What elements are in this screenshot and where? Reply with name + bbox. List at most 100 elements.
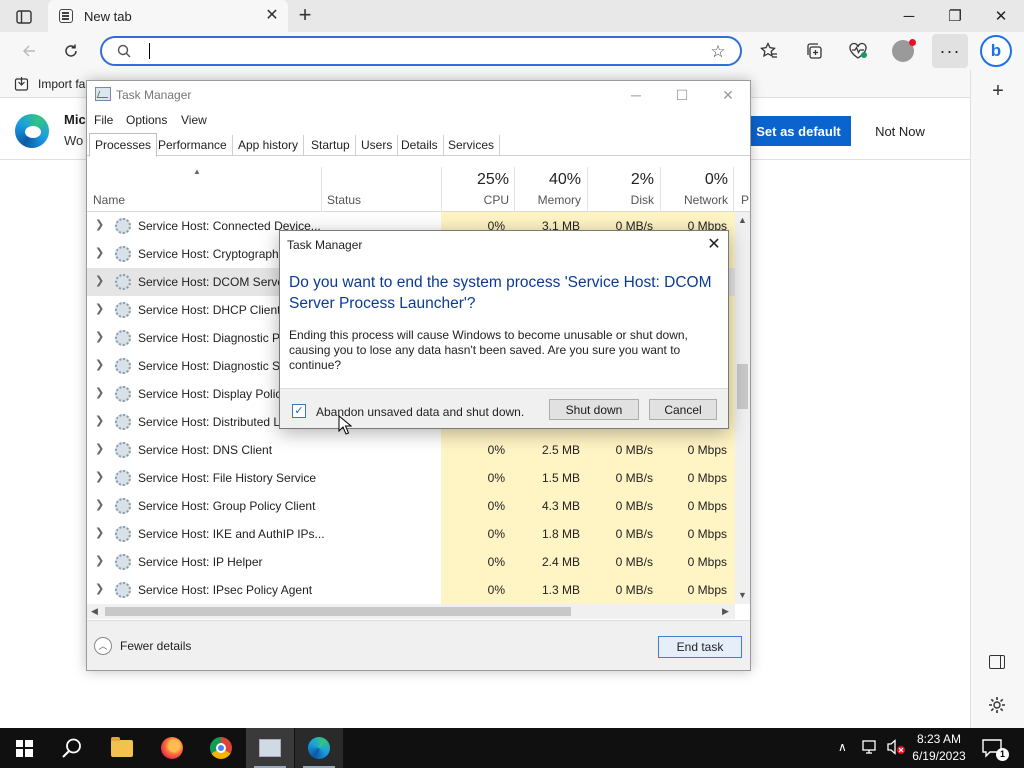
expand-chevron-icon[interactable]: ❯ <box>95 582 104 595</box>
tab-details[interactable]: Details <box>396 135 444 156</box>
taskbar-firefox[interactable] <box>148 728 196 768</box>
cancel-button[interactable]: Cancel <box>649 399 717 420</box>
clock-time[interactable]: 8:23 AM <box>906 732 972 746</box>
expand-chevron-icon[interactable]: ❯ <box>95 218 104 231</box>
column-separator[interactable] <box>321 167 322 212</box>
table-row[interactable]: ❯ Service Host: DNS Client 0% 2.5 MB 0 MB/s 0… <box>87 436 735 464</box>
tab-close-icon[interactable]: ✕ <box>262 6 282 26</box>
column-separator[interactable] <box>733 167 734 212</box>
expand-chevron-icon[interactable]: ❯ <box>95 330 104 343</box>
tab-actions-button[interactable] <box>8 6 40 28</box>
back-button[interactable] <box>14 36 44 66</box>
dialog-close-icon[interactable]: ✕ <box>702 234 726 256</box>
tab-startup[interactable]: Startup <box>306 135 356 156</box>
vertical-scrollbar[interactable]: ▲ ▼ <box>735 212 750 604</box>
sidebar-add-icon[interactable]: + <box>987 80 1009 103</box>
browser-essentials-button[interactable] <box>843 36 873 66</box>
table-row[interactable]: ❯ Service Host: Group Policy Client 0% 4.3 … <box>87 492 735 520</box>
taskbar-search-button[interactable] <box>48 728 96 768</box>
new-tab-button[interactable]: + <box>292 4 318 28</box>
expand-chevron-icon[interactable]: ❯ <box>95 358 104 371</box>
disk-total-percent[interactable]: 2% <box>592 171 654 189</box>
set-as-default-button[interactable]: Set as default <box>746 116 851 146</box>
start-button[interactable] <box>0 728 48 768</box>
browser-tab[interactable]: New tab ✕ <box>48 0 288 32</box>
volume-muted-icon[interactable] <box>886 739 906 755</box>
expand-chevron-icon[interactable]: ❯ <box>95 386 104 399</box>
expand-chevron-icon[interactable]: ❯ <box>95 302 104 315</box>
minimize-button[interactable]: ─ <box>886 0 932 32</box>
expand-chevron-icon[interactable]: ❯ <box>95 498 104 511</box>
column-separator[interactable] <box>660 167 661 212</box>
column-header-cpu[interactable]: CPU <box>447 193 509 207</box>
close-window-button[interactable]: ✕ <box>978 0 1024 32</box>
task-manager-titlebar[interactable]: Task Manager ─ ☐ ✕ <box>87 81 750 109</box>
expand-chevron-icon[interactable]: ❯ <box>95 554 104 567</box>
network-total-percent[interactable]: 0% <box>665 171 728 189</box>
table-row[interactable]: ❯ Service Host: IKE and AuthIP IPs... 0% 1.… <box>87 520 735 548</box>
profile-avatar[interactable] <box>892 39 916 62</box>
column-separator[interactable] <box>441 167 442 212</box>
menu-options[interactable]: Options <box>126 113 167 127</box>
horizontal-scrollbar[interactable]: ◀ ▶ <box>87 604 735 619</box>
column-separator[interactable] <box>587 167 588 212</box>
abandon-data-checkbox[interactable]: ✓ <box>292 404 306 418</box>
table-row[interactable]: ❯ Service Host: IPsec Policy Agent 0% 1.3 M… <box>87 576 735 604</box>
cpu-total-percent[interactable]: 25% <box>447 171 509 189</box>
address-bar[interactable]: ☆ <box>100 36 742 66</box>
scroll-up-icon[interactable]: ▲ <box>738 215 747 225</box>
gear-icon[interactable] <box>987 695 1007 715</box>
taskbar-chrome[interactable] <box>197 728 245 768</box>
settings-more-button[interactable]: ··· <box>932 34 968 68</box>
favorites-button[interactable] <box>754 36 784 66</box>
chevron-up-circle-icon[interactable]: ︿ <box>94 637 112 655</box>
scroll-down-icon[interactable]: ▼ <box>738 590 747 600</box>
clock-date[interactable]: 6/19/2023 <box>906 749 972 763</box>
memory-total-percent[interactable]: 40% <box>519 171 581 189</box>
tab-app-history[interactable]: App history <box>233 135 305 156</box>
restore-button[interactable]: ❐ <box>932 0 978 32</box>
vertical-scroll-thumb[interactable] <box>737 364 748 409</box>
taskbar-file-explorer[interactable] <box>98 728 146 768</box>
menu-view[interactable]: View <box>181 113 207 127</box>
import-favorites-link[interactable]: Import fa <box>38 77 85 91</box>
table-row[interactable]: ❯ Service Host: File History Service 0% 1.5… <box>87 464 735 492</box>
tab-performance[interactable]: Performance <box>153 135 233 156</box>
add-favorite-star-icon[interactable]: ☆ <box>708 42 728 62</box>
expand-chevron-icon[interactable]: ❯ <box>95 442 104 455</box>
taskbar-edge[interactable] <box>295 728 343 768</box>
column-header-name[interactable]: Name <box>93 193 125 207</box>
expand-chevron-icon[interactable]: ❯ <box>95 470 104 483</box>
expand-chevron-icon[interactable]: ❯ <box>95 526 104 539</box>
show-hidden-icons-chevron-icon[interactable]: ∧ <box>838 740 847 754</box>
menu-file[interactable]: File <box>94 113 113 127</box>
shut-down-button[interactable]: Shut down <box>549 399 639 420</box>
taskbar-task-manager[interactable] <box>246 728 294 768</box>
expand-chevron-icon[interactable]: ❯ <box>95 274 104 287</box>
tab-users[interactable]: Users <box>356 135 399 156</box>
table-row[interactable]: ❯ Service Host: IP Helper 0% 2.4 MB 0 MB/s 0 … <box>87 548 735 576</box>
tm-close-button[interactable]: ✕ <box>713 84 743 106</box>
bing-chat-icon[interactable]: b <box>980 35 1012 67</box>
column-header-memory[interactable]: Memory <box>519 193 581 207</box>
network-icon[interactable] <box>862 740 880 754</box>
tab-services[interactable]: Services <box>443 135 501 156</box>
column-header-status[interactable]: Status <box>327 193 361 207</box>
column-header-power[interactable]: P <box>741 193 749 207</box>
column-header-disk[interactable]: Disk <box>592 193 654 207</box>
end-task-button[interactable]: End task <box>658 636 742 658</box>
tab-processes[interactable]: Processes <box>89 133 158 157</box>
column-header-network[interactable]: Network <box>665 193 728 207</box>
tm-minimize-button[interactable]: ─ <box>621 84 651 106</box>
fewer-details-link[interactable]: Fewer details <box>120 639 191 653</box>
hide-sidebar-icon[interactable] <box>989 655 1005 669</box>
not-now-button[interactable]: Not Now <box>858 116 942 146</box>
expand-chevron-icon[interactable]: ❯ <box>95 246 104 259</box>
collections-button[interactable] <box>799 36 829 66</box>
refresh-button[interactable] <box>56 36 86 66</box>
horizontal-scroll-thumb[interactable] <box>105 607 571 616</box>
expand-chevron-icon[interactable]: ❯ <box>95 414 104 427</box>
scroll-left-icon[interactable]: ◀ <box>91 606 98 617</box>
column-separator[interactable] <box>514 167 515 212</box>
scroll-right-icon[interactable]: ▶ <box>722 606 729 617</box>
